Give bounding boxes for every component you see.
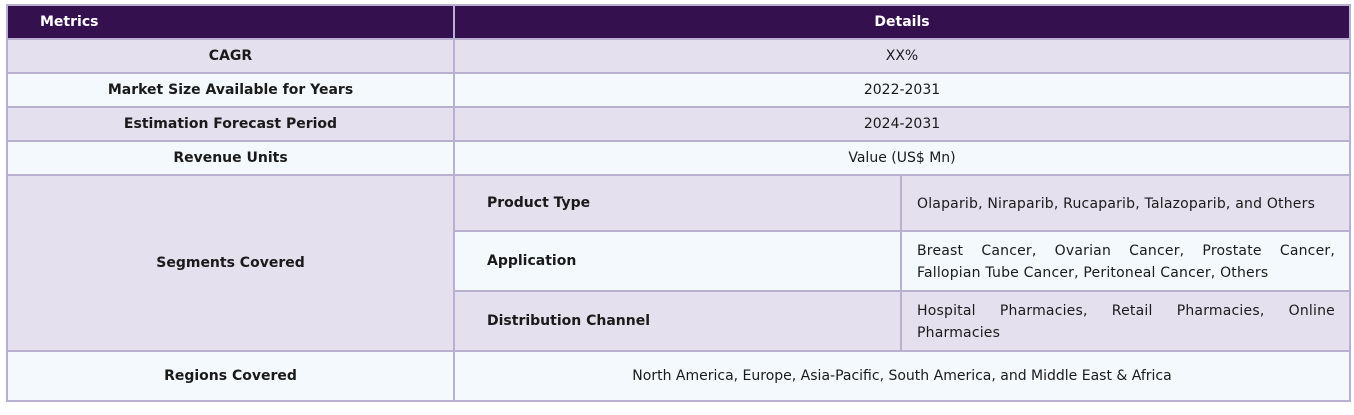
segment-name-distribution-channel: Distribution Channel [453,290,902,352]
metric-segments-covered: Segments Covered [6,174,455,352]
table-row-forecast-period: Estimation Forecast Period 2024-2031 [6,106,1351,142]
details-column-header: Details [453,4,1351,40]
value-revenue-units: Value (US$ Mn) [453,140,1351,176]
metric-revenue-units: Revenue Units [6,140,455,176]
table-row-market-size: Market Size Available for Years 2022-203… [6,72,1351,108]
table-row-segment-product-type: Segments Covered Product Type Olaparib, … [6,174,1351,352]
segment-name-product-type: Product Type [453,174,902,232]
segment-value-distribution-channel: Hospital Pharmacies, Retail Pharmacies, … [900,290,1351,352]
segment-value-product-type: Olaparib, Niraparib, Rucaparib, Talazopa… [900,174,1351,232]
value-forecast-period: 2024-2031 [453,106,1351,142]
table-row-regions: Regions Covered North America, Europe, A… [6,350,1351,402]
metric-regions-covered: Regions Covered [6,350,455,402]
table-row-revenue-units: Revenue Units Value (US$ Mn) [6,140,1351,176]
report-scope-table: Metrics Details CAGR XX% Market Size Ava… [6,4,1351,402]
metric-cagr: CAGR [6,38,455,74]
table-header-row: Metrics Details [6,4,1351,40]
segment-value-application: Breast Cancer, Ovarian Cancer, Prostate … [900,230,1351,292]
segment-name-application: Application [453,230,902,292]
metrics-column-header: Metrics [6,4,455,40]
metric-forecast-period: Estimation Forecast Period [6,106,455,142]
value-regions-covered: North America, Europe, Asia-Pacific, Sou… [453,350,1351,402]
value-cagr: XX% [453,38,1351,74]
value-market-size: 2022-2031 [453,72,1351,108]
metric-market-size: Market Size Available for Years [6,72,455,108]
table-row-cagr: CAGR XX% [6,38,1351,74]
